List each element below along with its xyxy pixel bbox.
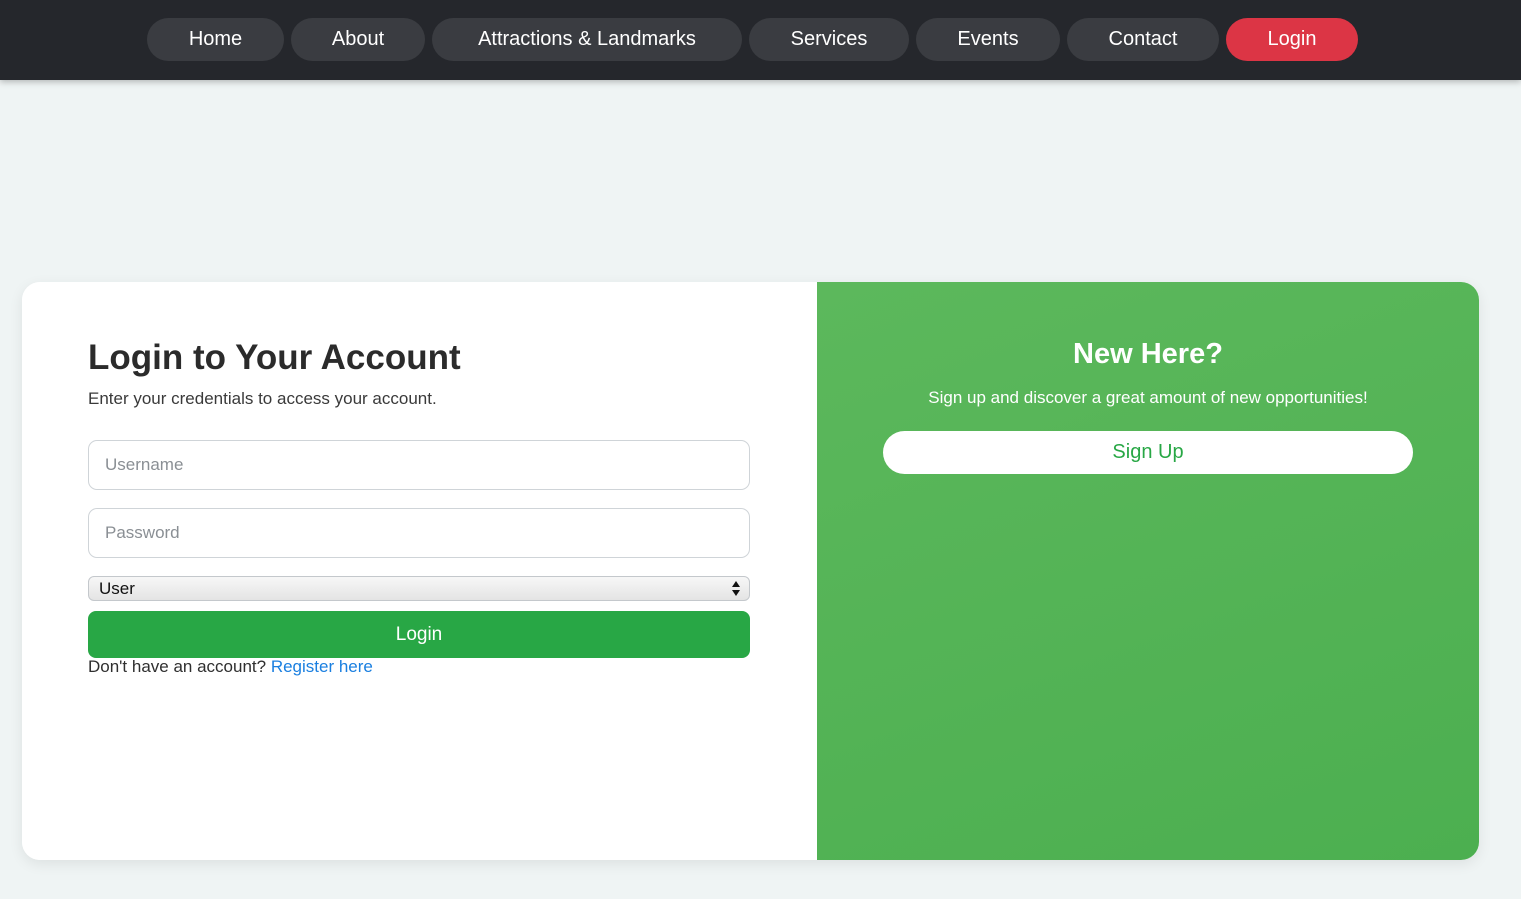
signup-subtitle: Sign up and discover a great amount of n…: [928, 388, 1368, 407]
nav-item-home[interactable]: Home: [147, 18, 284, 61]
sign-up-button[interactable]: Sign Up: [883, 431, 1413, 474]
password-input[interactable]: [88, 508, 750, 558]
signup-title: New Here?: [1073, 338, 1223, 370]
nav-item-events[interactable]: Events: [916, 18, 1060, 61]
top-navbar: Home About Attractions & Landmarks Servi…: [0, 0, 1521, 80]
register-link[interactable]: Register here: [271, 657, 373, 676]
username-input[interactable]: [88, 440, 750, 490]
nav-item-login[interactable]: Login: [1226, 18, 1358, 61]
login-button[interactable]: Login: [88, 611, 750, 658]
auth-card: Login to Your Account Enter your credent…: [22, 282, 1479, 860]
select-arrows-icon: [732, 581, 740, 596]
nav-item-contact[interactable]: Contact: [1067, 18, 1219, 61]
login-title: Login to Your Account: [88, 338, 461, 377]
login-panel: Login to Your Account Enter your credent…: [22, 282, 817, 860]
role-select[interactable]: User: [88, 576, 750, 601]
login-subtitle: Enter your credentials to access your ac…: [88, 389, 437, 408]
nav-item-attractions[interactable]: Attractions & Landmarks: [432, 18, 742, 61]
role-select-value: User: [99, 578, 135, 598]
nav-item-services[interactable]: Services: [749, 18, 909, 61]
signup-panel: New Here? Sign up and discover a great a…: [817, 282, 1479, 860]
register-prompt-text: Don't have an account?: [88, 657, 267, 676]
nav-item-about[interactable]: About: [291, 18, 425, 61]
nav-menu: Home About Attractions & Landmarks Servi…: [147, 18, 1358, 61]
register-prompt: Don't have an account? Register here: [88, 657, 373, 677]
